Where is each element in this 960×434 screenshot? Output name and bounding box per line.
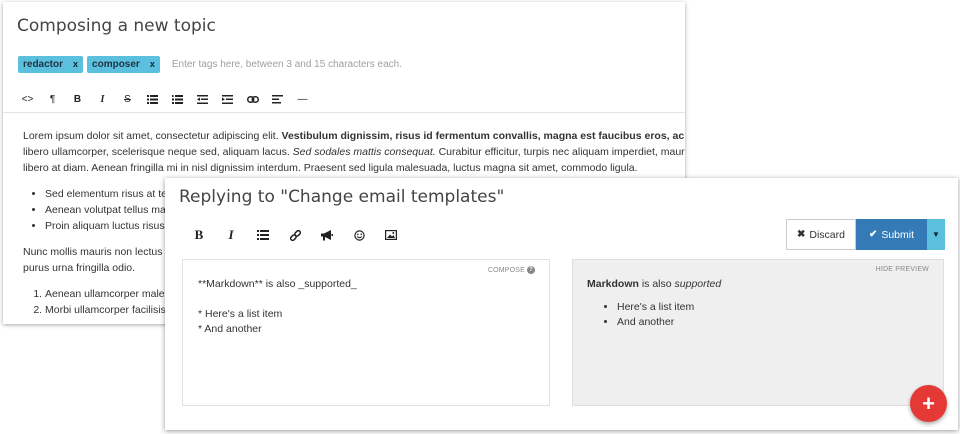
reply-composer-window: Replying to "Change email templates" B I… xyxy=(165,178,958,430)
compose-label-text: COMPOSE xyxy=(487,266,525,274)
submit-options-dropdown[interactable]: ▼ xyxy=(927,219,945,250)
caret-down-icon: ▼ xyxy=(932,230,940,239)
reply-title: Replying to "Change email templates" xyxy=(179,187,505,207)
list-item: And another xyxy=(617,315,721,330)
indent-icon xyxy=(222,95,233,104)
check-icon: ✔ xyxy=(868,229,878,240)
hide-preview-link[interactable]: HIDE PREVIEW xyxy=(876,266,929,273)
unordered-list-button[interactable] xyxy=(140,90,165,110)
text: Lorem ipsum dolor sit amet, consectetur … xyxy=(23,130,282,142)
horizontal-rule-icon: — xyxy=(297,94,308,105)
image-button[interactable] xyxy=(375,224,407,246)
submit-button[interactable]: ✔ Submit xyxy=(856,219,927,250)
text: purus urna fringilla odio. xyxy=(23,262,136,274)
tag-composer: composer x xyxy=(87,55,160,73)
plus-icon: + xyxy=(922,390,935,416)
image-icon xyxy=(385,230,397,240)
preview-pane: HIDE PREVIEW Markdown is also supported … xyxy=(572,259,944,406)
close-icon: ✖ xyxy=(797,229,806,240)
new-post-fab[interactable]: + xyxy=(910,385,947,422)
paragraph-icon: ¶ xyxy=(49,94,56,105)
page-title: Composing a new topic xyxy=(17,16,216,36)
tag-label: composer xyxy=(92,58,140,70)
italic-text: supported xyxy=(674,278,722,290)
submit-label: Submit xyxy=(881,228,915,241)
list-button[interactable] xyxy=(247,224,279,246)
tag-remove-button[interactable]: x xyxy=(73,56,78,73)
preview-content: Markdown is also supported Here's a list… xyxy=(587,277,721,330)
list-item: Here's a list item xyxy=(617,300,721,315)
list-bullet-icon xyxy=(147,95,158,104)
insert-link-button[interactable] xyxy=(240,90,265,110)
tags-input[interactable] xyxy=(171,58,452,70)
link-icon xyxy=(289,229,301,241)
list-icon xyxy=(257,230,269,240)
tags-field[interactable]: redactor x composer x xyxy=(18,55,452,73)
link-button[interactable] xyxy=(279,224,311,246)
editor-toolbar: <> ¶ B I S — xyxy=(3,87,685,113)
bold-icon: B xyxy=(73,94,82,105)
markdown-toolbar: B I xyxy=(183,224,407,246)
outdent-button[interactable] xyxy=(190,90,215,110)
tag-redactor: redactor x xyxy=(18,55,84,73)
ordered-list-button[interactable] xyxy=(165,90,190,110)
indent-button[interactable] xyxy=(215,90,240,110)
bullhorn-icon xyxy=(321,229,333,240)
compose-text: **Markdown** is also _supported_ * Here'… xyxy=(198,278,357,335)
code-icon: <> xyxy=(21,94,34,105)
strikethrough-button[interactable]: S xyxy=(115,90,140,110)
compose-label: COMPOSE ? xyxy=(488,266,535,274)
bold-text: Vestibulum dignissim, risus id fermentum… xyxy=(281,130,685,142)
emoji-button[interactable] xyxy=(343,224,375,246)
italic-icon: I xyxy=(100,94,105,105)
discard-button[interactable]: ✖ Discard xyxy=(786,219,856,250)
paragraph: Lorem ipsum dolor sit amet, consectetur … xyxy=(23,128,685,176)
html-source-button[interactable]: <> xyxy=(15,90,40,110)
paragraph-format-button[interactable]: ¶ xyxy=(40,90,65,110)
bold-icon: B xyxy=(194,227,204,242)
italic-text: Sed sodales mattis consequat. xyxy=(292,146,436,158)
text: Curabitur efficitur, turpis nec aliquam … xyxy=(435,146,685,158)
bold-button[interactable]: B xyxy=(183,224,215,246)
tag-label: redactor xyxy=(23,58,64,70)
preview-list: Here's a list item And another xyxy=(617,300,721,330)
italic-button[interactable]: I xyxy=(215,224,247,246)
smile-icon xyxy=(353,229,365,241)
help-icon[interactable]: ? xyxy=(527,266,535,274)
text: libero ullamcorper, scelerisque neque se… xyxy=(23,146,293,158)
text: libero at diam. Aenean fringilla mi in n… xyxy=(23,162,638,174)
announcement-button[interactable] xyxy=(311,224,343,246)
preview-paragraph: Markdown is also supported xyxy=(587,277,721,292)
text: is also xyxy=(638,278,675,290)
strikethrough-icon: S xyxy=(124,94,131,105)
compose-textarea[interactable]: COMPOSE ? **Markdown** is also _supporte… xyxy=(182,259,550,406)
list-numbered-icon xyxy=(172,95,183,104)
tag-remove-button[interactable]: x xyxy=(150,56,155,73)
bold-text: Markdown xyxy=(587,278,639,290)
discard-label: Discard xyxy=(809,228,845,241)
bold-button[interactable]: B xyxy=(65,90,90,110)
italic-icon: I xyxy=(228,227,234,242)
italic-button[interactable]: I xyxy=(90,90,115,110)
text: Nunc mollis mauris non lectus xyxy=(23,246,163,258)
outdent-icon xyxy=(197,95,208,104)
horizontal-rule-button[interactable]: — xyxy=(290,90,315,110)
link-icon xyxy=(246,96,259,103)
align-left-icon xyxy=(272,95,283,104)
alignment-button[interactable] xyxy=(265,90,290,110)
